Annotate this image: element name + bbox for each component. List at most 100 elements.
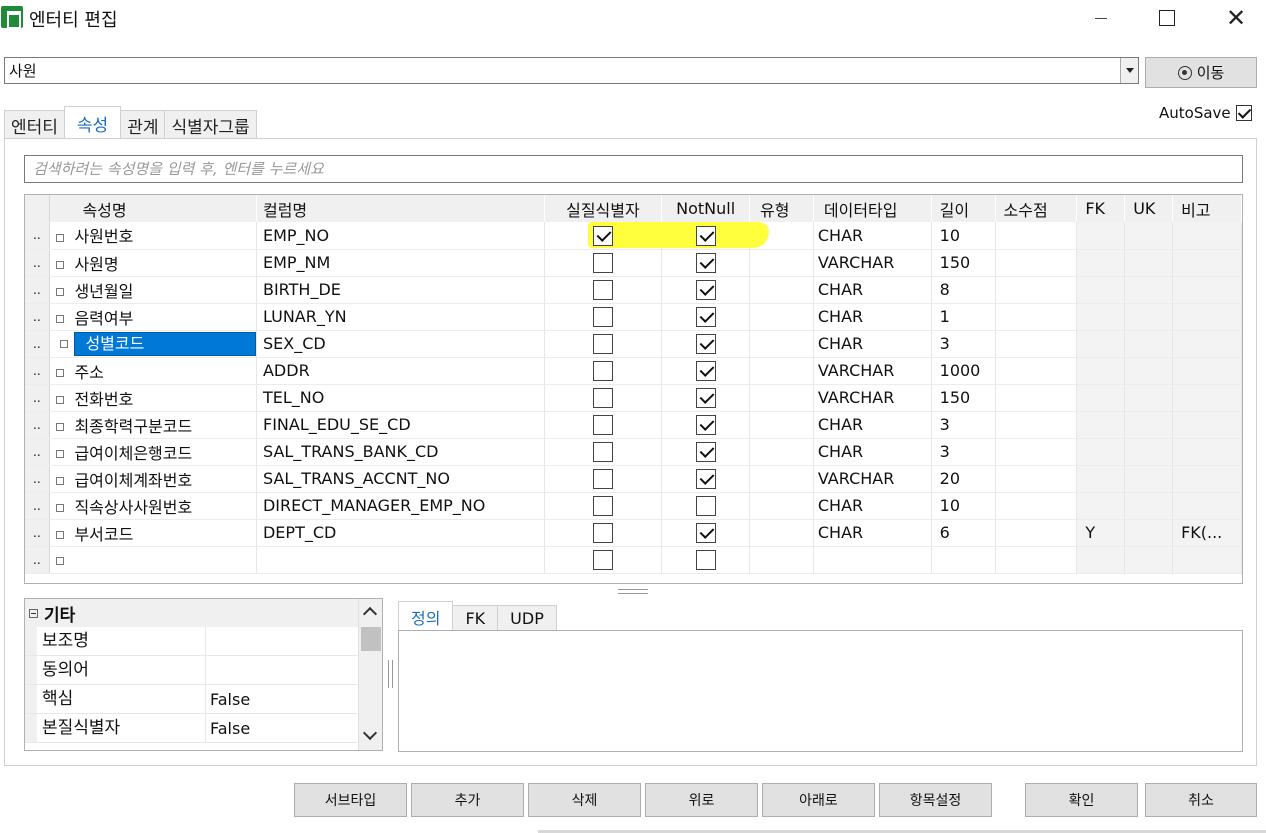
datatype-cell[interactable]: CHAR bbox=[813, 303, 932, 331]
col-attr-name[interactable]: 속성명 bbox=[49, 195, 257, 222]
notnull-checkbox[interactable] bbox=[695, 387, 716, 408]
table-row[interactable]: .. 급여이체은행코드 SAL_TRANS_BANK_CD CHAR 3 bbox=[25, 438, 1242, 466]
notnull-checkbox[interactable] bbox=[695, 495, 716, 516]
table-row[interactable]: .. 사원명 EMP_NM VARCHAR 150 bbox=[25, 249, 1242, 277]
row-marker[interactable]: .. bbox=[25, 357, 51, 385]
fk-cell[interactable] bbox=[1076, 546, 1126, 574]
scroll-up-icon[interactable] bbox=[362, 606, 378, 622]
row-marker[interactable]: .. bbox=[25, 384, 51, 412]
length-cell[interactable]: 8 bbox=[931, 276, 996, 304]
collapse-icon[interactable] bbox=[29, 608, 38, 618]
column-name-cell[interactable]: DIRECT_MANAGER_EMP_NO bbox=[256, 492, 545, 520]
delete-button[interactable]: 삭제 bbox=[528, 783, 641, 817]
fk-cell[interactable] bbox=[1076, 411, 1126, 439]
real-identifier-checkbox[interactable] bbox=[592, 252, 613, 273]
notnull-checkbox[interactable] bbox=[695, 441, 716, 462]
real-identifier-checkbox[interactable] bbox=[592, 468, 613, 489]
note-cell[interactable] bbox=[1172, 546, 1242, 574]
notnull-checkbox[interactable] bbox=[695, 522, 716, 543]
type-cell[interactable] bbox=[749, 519, 814, 547]
column-name-cell[interactable]: DEPT_CD bbox=[256, 519, 545, 547]
length-cell[interactable]: 6 bbox=[931, 519, 996, 547]
uk-cell[interactable] bbox=[1124, 276, 1174, 304]
datatype-cell[interactable]: CHAR bbox=[813, 492, 932, 520]
row-marker[interactable]: .. bbox=[25, 492, 51, 520]
table-row[interactable]: .. 주소 ADDR VARCHAR 1000 bbox=[25, 357, 1242, 385]
uk-cell[interactable] bbox=[1124, 303, 1174, 331]
row-marker[interactable]: .. bbox=[25, 303, 51, 331]
datatype-cell[interactable]: VARCHAR bbox=[813, 249, 932, 277]
tab-attributes[interactable]: 속성 bbox=[63, 106, 122, 139]
uk-cell[interactable] bbox=[1124, 546, 1174, 574]
notnull-checkbox[interactable] bbox=[695, 306, 716, 327]
fk-cell[interactable] bbox=[1076, 465, 1126, 493]
real-identifier-checkbox[interactable] bbox=[592, 414, 613, 435]
property-row[interactable]: 핵심 False bbox=[25, 685, 382, 714]
type-cell[interactable] bbox=[749, 303, 814, 331]
vertical-splitter[interactable] bbox=[388, 660, 393, 688]
col-notnull[interactable]: NotNull bbox=[661, 195, 751, 222]
attr-name-cell[interactable]: 급여이체계좌번호 bbox=[74, 471, 192, 490]
datatype-cell[interactable]: CHAR bbox=[813, 276, 932, 304]
table-row[interactable]: .. 급여이체계좌번호 SAL_TRANS_ACCNT_NO VARCHAR 20 bbox=[25, 465, 1242, 493]
datatype-cell[interactable]: VARCHAR bbox=[813, 384, 932, 412]
datatype-cell[interactable]: VARCHAR bbox=[813, 357, 932, 385]
real-identifier-checkbox[interactable] bbox=[592, 306, 613, 327]
uk-cell[interactable] bbox=[1124, 249, 1174, 277]
real-identifier-checkbox[interactable] bbox=[592, 333, 613, 354]
attr-name-cell[interactable]: 생년월일 bbox=[74, 282, 133, 301]
scale-cell[interactable] bbox=[995, 330, 1078, 358]
type-cell[interactable] bbox=[749, 546, 814, 574]
col-type[interactable]: 유형 bbox=[749, 195, 814, 222]
row-marker[interactable]: .. bbox=[25, 411, 51, 439]
fk-cell[interactable] bbox=[1076, 357, 1126, 385]
entity-select[interactable]: 사원 bbox=[4, 57, 1139, 84]
tab-fk[interactable]: FK bbox=[452, 605, 499, 631]
note-cell[interactable] bbox=[1172, 411, 1242, 439]
length-cell[interactable]: 20 bbox=[931, 465, 996, 493]
fk-cell[interactable] bbox=[1076, 249, 1126, 277]
attr-name-cell[interactable]: 급여이체은행코드 bbox=[74, 444, 192, 463]
note-cell[interactable] bbox=[1172, 492, 1242, 520]
note-cell[interactable] bbox=[1172, 438, 1242, 466]
fk-cell[interactable] bbox=[1076, 438, 1126, 466]
notnull-checkbox[interactable] bbox=[695, 279, 716, 300]
property-row[interactable]: 동의어 bbox=[25, 656, 382, 685]
notnull-checkbox[interactable] bbox=[695, 225, 716, 246]
scale-cell[interactable] bbox=[995, 519, 1078, 547]
attribute-search-input[interactable] bbox=[25, 156, 1242, 182]
note-cell[interactable]: FK(... bbox=[1172, 519, 1242, 547]
note-cell[interactable] bbox=[1172, 249, 1242, 277]
tab-udp[interactable]: UDP bbox=[497, 605, 557, 631]
property-value[interactable] bbox=[206, 627, 382, 655]
scale-cell[interactable] bbox=[995, 411, 1078, 439]
length-cell[interactable]: 1000 bbox=[931, 357, 996, 385]
cancel-button[interactable]: 취소 bbox=[1145, 783, 1257, 817]
real-identifier-checkbox[interactable] bbox=[592, 495, 613, 516]
datatype-cell[interactable]: CHAR bbox=[813, 519, 932, 547]
column-name-cell[interactable]: LUNAR_YN bbox=[256, 303, 545, 331]
table-row[interactable]: .. 생년월일 BIRTH_DE CHAR 8 bbox=[25, 276, 1242, 304]
col-length[interactable]: 길이 bbox=[931, 195, 996, 222]
scale-cell[interactable] bbox=[995, 276, 1078, 304]
real-identifier-checkbox[interactable] bbox=[592, 387, 613, 408]
real-identifier-checkbox[interactable] bbox=[592, 279, 613, 300]
column-name-cell[interactable]: BIRTH_DE bbox=[256, 276, 545, 304]
col-real-identifier[interactable]: 실질식별자 bbox=[544, 195, 663, 222]
move-up-button[interactable]: 위로 bbox=[645, 783, 758, 817]
col-scale[interactable]: 소수점 bbox=[995, 195, 1078, 222]
row-marker[interactable]: .. bbox=[25, 276, 51, 304]
fk-cell[interactable] bbox=[1076, 222, 1126, 250]
scale-cell[interactable] bbox=[995, 222, 1078, 250]
fk-cell[interactable] bbox=[1076, 384, 1126, 412]
maximize-button[interactable] bbox=[1144, 0, 1190, 36]
scale-cell[interactable] bbox=[995, 384, 1078, 412]
scale-cell[interactable] bbox=[995, 249, 1078, 277]
scale-cell[interactable] bbox=[995, 303, 1078, 331]
notnull-checkbox[interactable] bbox=[695, 252, 716, 273]
tab-definition[interactable]: 정의 bbox=[398, 601, 454, 631]
notnull-checkbox[interactable] bbox=[695, 360, 716, 381]
notnull-checkbox[interactable] bbox=[695, 549, 716, 570]
move-button[interactable]: 이동 bbox=[1145, 57, 1257, 88]
length-cell[interactable]: 150 bbox=[931, 384, 996, 412]
